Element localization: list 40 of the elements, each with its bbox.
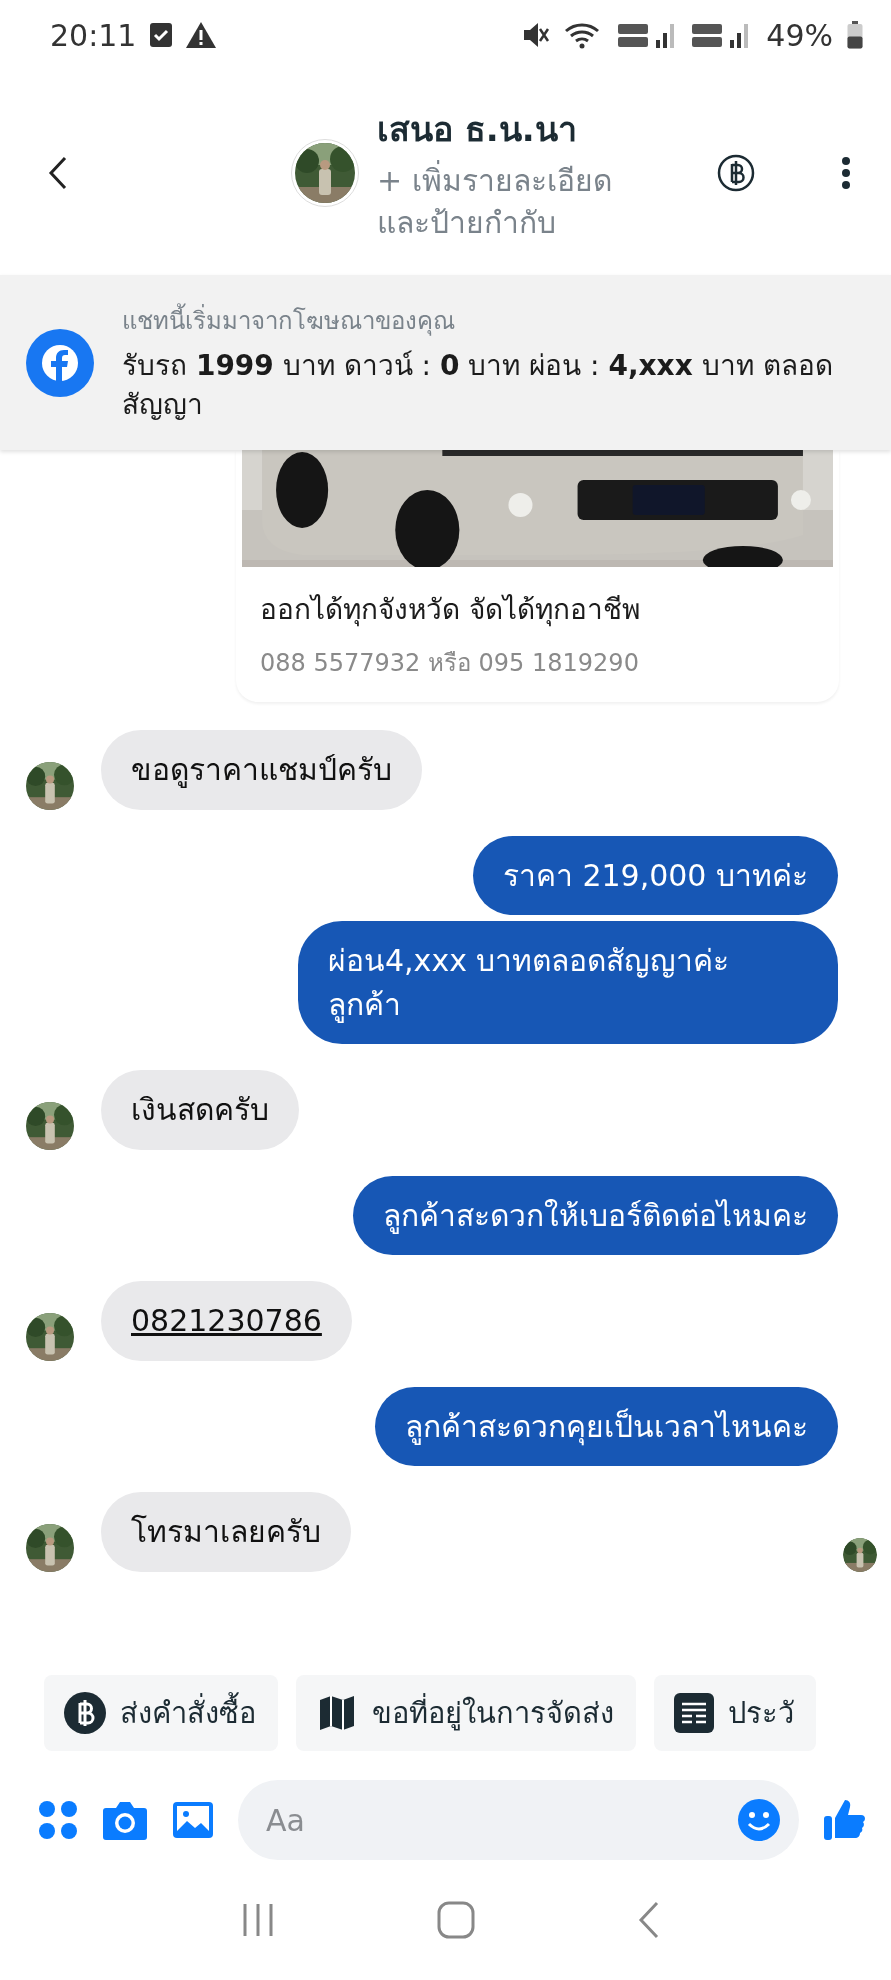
message-field[interactable]: Aa <box>264 1801 737 1839</box>
baht-button[interactable] <box>717 153 755 192</box>
camera-button[interactable] <box>102 1800 148 1840</box>
ad-card-title: ออกได้ทุกจังหวัด จัดได้ทุกอาชีพ <box>259 592 641 629</box>
clock-time: 20:11 <box>50 17 137 53</box>
quick-reply-chip[interactable]: ขอที่อยู่ในการจัดส่ง <box>296 1675 636 1751</box>
message-bubble: ลูกค้าสะดวกคุยเป็นเวลาไหนคะ <box>375 1386 838 1466</box>
baht-icon <box>64 1692 106 1734</box>
nav-back-button[interactable] <box>637 1901 660 1939</box>
mute-icon <box>522 21 551 49</box>
add-details-link[interactable]: + เพิ่มรายละเอียด และป้ายกำกับ <box>377 159 667 244</box>
ad-card[interactable]: ออกได้ทุกจังหวัด จัดได้ทุกอาชีพ 088 5577932 หรือ 095 1819290 <box>236 450 839 702</box>
ad-card-phone: 088 5577932 หรือ 095 1819290 <box>259 648 640 679</box>
message-bubble: ผ่อน4,xxx บาทตลอดสัญญาค่ะ ลูกค้า <box>298 921 838 1044</box>
back-icon[interactable] <box>48 155 68 190</box>
message-bubble: โทรมาเลยครับ <box>101 1492 351 1572</box>
smiley-icon[interactable] <box>737 1798 781 1842</box>
contact-name: เสนอ ธ.น.นา <box>377 107 578 151</box>
message-bubble: ลูกค้าสะดวกให้เบอร์ติดต่อไหมคะ <box>353 1175 838 1255</box>
message-bubble: เงินสดครับ <box>101 1070 299 1150</box>
battery-icon <box>847 21 863 49</box>
message-input[interactable]: Aa <box>238 1780 799 1860</box>
ad-caption: แชทนี้เริ่มมาจากโฆษณาของคุณ <box>122 300 842 340</box>
checkbox-icon <box>150 23 173 47</box>
quick-reply-chip[interactable]: ประวั <box>654 1675 816 1751</box>
apps-button[interactable] <box>38 1800 78 1840</box>
gallery-button[interactable] <box>172 1801 214 1839</box>
ad-text: รับรถ 1999 บาท ดาวน์ : 0 บาท ผ่อน : 4,xxx บาท ตลอดสัญญา <box>122 347 834 423</box>
recent-apps-button[interactable] <box>241 1902 274 1938</box>
like-button[interactable] <box>823 1798 867 1842</box>
document-icon <box>674 1693 714 1733</box>
phone-link[interactable]: 0821230786 <box>131 1303 322 1338</box>
message-bubble: ขอดูราคาแชมป์ครับ <box>101 730 422 810</box>
quick-reply-chip[interactable]: ส่งคำสั่งซื้อ <box>44 1675 278 1751</box>
battery-percent: 49% <box>766 17 833 53</box>
facebook-icon <box>26 328 94 397</box>
message-bubble: ราคา 219,000 บาทค่ะ <box>472 835 838 915</box>
more-button[interactable] <box>841 156 851 189</box>
home-button[interactable] <box>436 1901 475 1939</box>
warning-icon <box>186 22 217 48</box>
